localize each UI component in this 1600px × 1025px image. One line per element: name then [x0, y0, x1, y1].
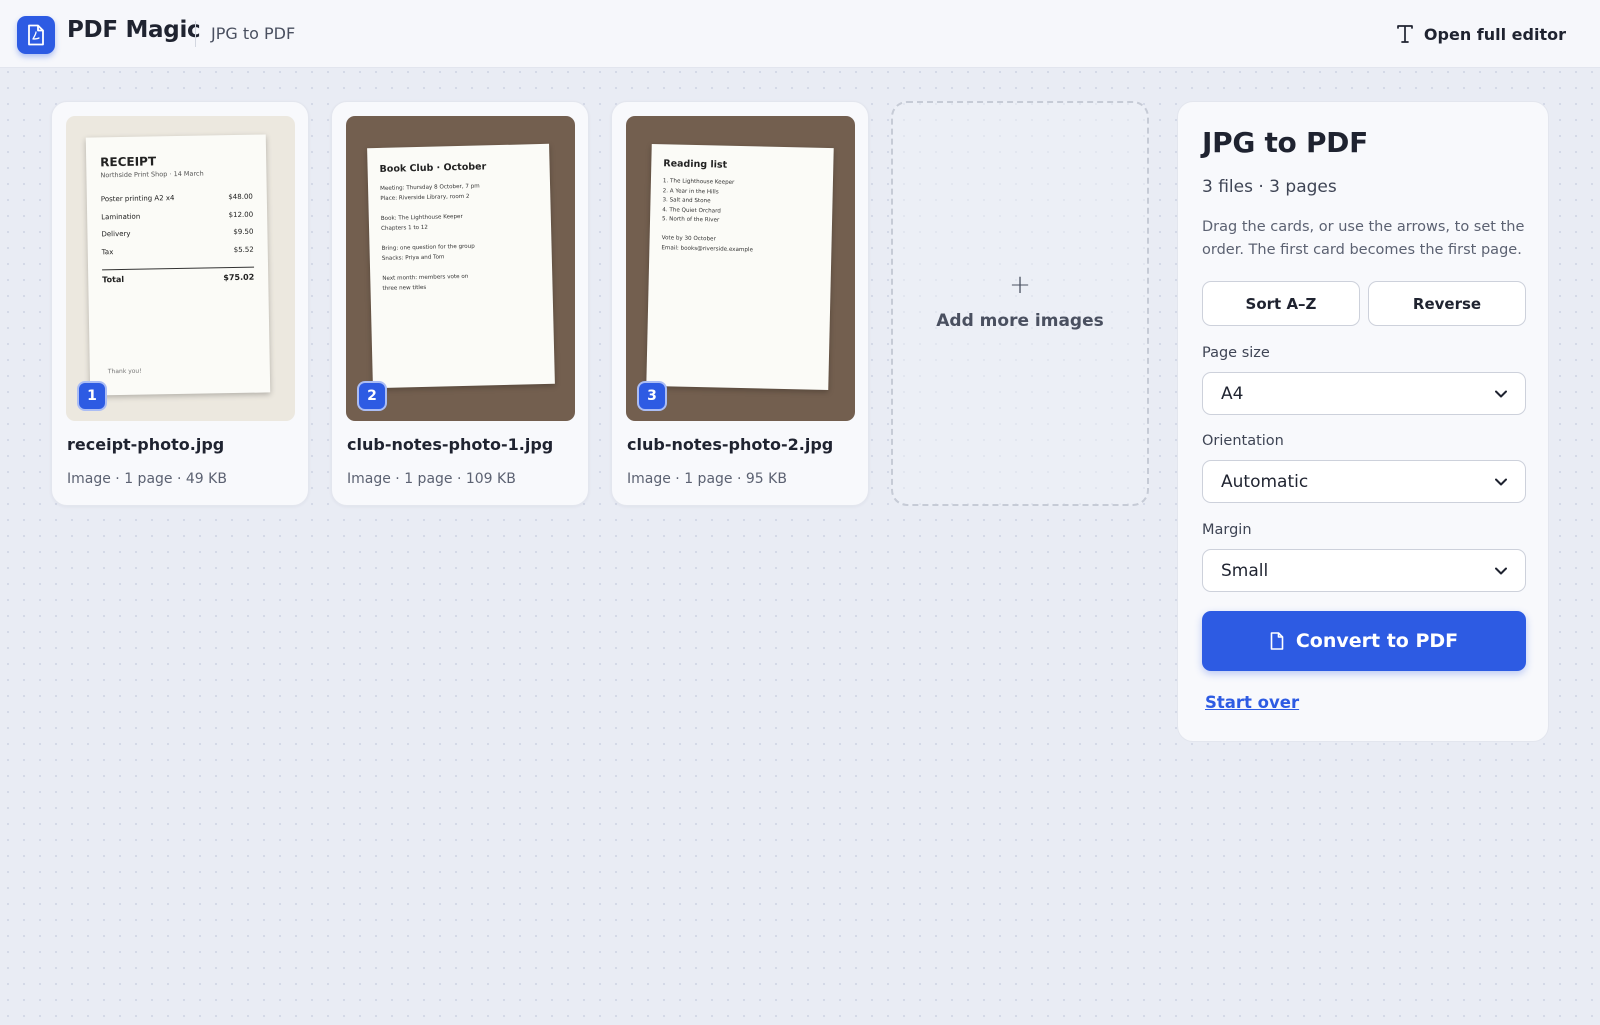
- plus-icon: +: [1009, 270, 1031, 300]
- orientation-value: Automatic: [1221, 471, 1309, 492]
- brand-name[interactable]: PDF Magic: [67, 17, 201, 43]
- page-size-label: Page size: [1202, 345, 1270, 361]
- order-badge: 1: [77, 381, 107, 411]
- open-full-editor-button[interactable]: Open full editor: [1396, 20, 1566, 48]
- reverse-button[interactable]: Reverse: [1368, 281, 1526, 326]
- receipt-line: Tax $5.52: [101, 245, 254, 256]
- order-badge: 3: [637, 381, 667, 411]
- file-meta: Image · 1 page · 49 KB: [67, 471, 227, 487]
- file-meta: Image · 1 page · 109 KB: [347, 471, 516, 487]
- add-more-images-dropzone[interactable]: + Add more images: [891, 101, 1149, 506]
- breadcrumb: JPG to PDF: [211, 24, 296, 43]
- add-more-images-label: Add more images: [936, 311, 1104, 331]
- sort-a-z-button[interactable]: Sort A–Z: [1202, 281, 1360, 326]
- notes-title: Book Club · October: [379, 161, 487, 175]
- file-card[interactable]: Reading list 1. The Lighthouse Keeper 2.…: [611, 101, 869, 506]
- orientation-label: Orientation: [1202, 433, 1284, 449]
- margin-label: Margin: [1202, 522, 1252, 538]
- convert-to-pdf-button[interactable]: Convert to PDF: [1202, 611, 1526, 671]
- file-card[interactable]: RECEIPT Northside Print Shop · 14 March …: [51, 101, 309, 506]
- start-over-link[interactable]: Start over: [1205, 693, 1299, 712]
- file-meta: Image · 1 page · 95 KB: [627, 471, 787, 487]
- chevron-down-icon: [1495, 478, 1507, 485]
- file-card[interactable]: Book Club · October Meeting: Thursday 8 …: [331, 101, 589, 506]
- receipt-photo: RECEIPT Northside Print Shop · 14 March …: [85, 134, 271, 396]
- margin-value: Small: [1221, 560, 1269, 581]
- chevron-down-icon: [1495, 390, 1507, 397]
- top-bar: PDF Magic JPG to PDF Open full editor: [0, 0, 1600, 68]
- file-thumbnail: Book Club · October Meeting: Thursday 8 …: [346, 116, 575, 421]
- notes-photo: Book Club · October Meeting: Thursday 8 …: [367, 143, 555, 389]
- file-name: club-notes-photo-1.jpg: [347, 435, 554, 454]
- receipt-total: Total $75.02: [102, 266, 255, 285]
- options-panel: JPG to PDF 3 files · 3 pages Drag the ca…: [1177, 101, 1549, 742]
- order-badge: 2: [357, 381, 387, 411]
- file-name: club-notes-photo-2.jpg: [627, 435, 834, 454]
- reading-list-photo: Reading list 1. The Lighthouse Keeper 2.…: [646, 143, 834, 391]
- file-name: receipt-photo.jpg: [67, 435, 225, 454]
- receipt-footer: Thank you!: [107, 367, 142, 376]
- open-full-editor-label: Open full editor: [1423, 24, 1566, 44]
- help-text: Drag the cards, or use the arrows, to se…: [1202, 219, 1525, 258]
- receipt-line: Lamination $12.00: [101, 210, 254, 221]
- header-divider: [195, 21, 196, 47]
- receipt-subtitle: Northside Print Shop · 14 March: [100, 169, 204, 180]
- chevron-down-icon: [1495, 567, 1507, 574]
- file-count: 3 files · 3 pages: [1202, 177, 1337, 197]
- file-thumbnail: Reading list 1. The Lighthouse Keeper 2.…: [626, 116, 855, 421]
- page-size-value: A4: [1221, 383, 1244, 404]
- document-icon: [1270, 632, 1284, 650]
- convert-to-pdf-label: Convert to PDF: [1295, 630, 1459, 652]
- margin-select[interactable]: Small: [1202, 549, 1526, 592]
- text-tool-icon: [1397, 25, 1413, 43]
- pdf-file-logo-icon[interactable]: [17, 16, 55, 54]
- reading-list-title: Reading list: [663, 158, 728, 171]
- orientation-select[interactable]: Automatic: [1202, 460, 1526, 503]
- panel-title: JPG to PDF: [1202, 126, 1368, 159]
- receipt-title: RECEIPT: [100, 154, 157, 170]
- page-size-select[interactable]: A4: [1202, 372, 1526, 415]
- file-thumbnail: RECEIPT Northside Print Shop · 14 March …: [66, 116, 295, 421]
